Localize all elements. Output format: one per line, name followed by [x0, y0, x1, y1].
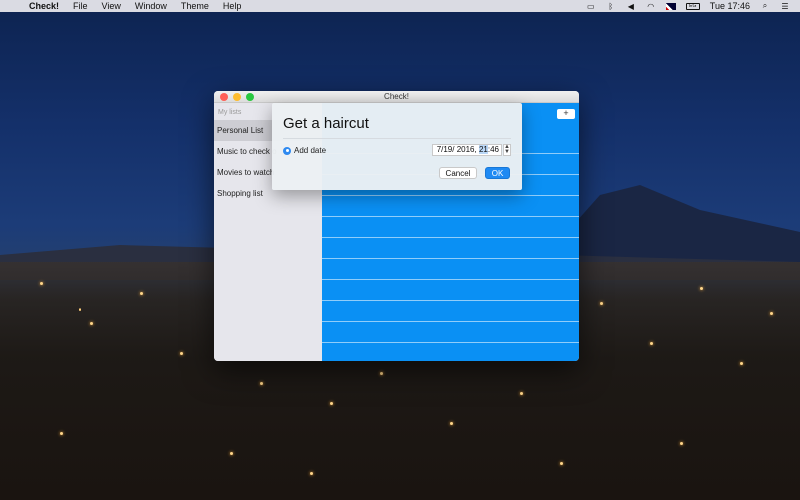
- spotlight-search-icon[interactable]: ⌕: [760, 1, 770, 10]
- volume-icon[interactable]: ◀: [626, 2, 636, 11]
- list-row-divider: [322, 216, 579, 217]
- menu-view[interactable]: View: [95, 0, 128, 12]
- list-row-divider: [322, 342, 579, 343]
- list-row-divider: [322, 237, 579, 238]
- add-date-option[interactable]: Add date: [283, 146, 326, 155]
- window-title: Check!: [384, 92, 409, 101]
- menu-file[interactable]: File: [66, 0, 95, 12]
- menu-theme[interactable]: Theme: [174, 0, 216, 12]
- date-picker-field[interactable]: 7/19/ 2016, 21:46: [432, 144, 502, 156]
- input-source-flag-icon[interactable]: [665, 2, 676, 10]
- divider: [283, 138, 511, 139]
- chevron-down-icon[interactable]: ▼: [504, 149, 510, 155]
- ok-button[interactable]: OK: [485, 167, 510, 179]
- list-row-divider: [322, 279, 579, 280]
- titlebar: Check!: [214, 91, 579, 103]
- item-title[interactable]: Get a haircut: [283, 115, 369, 132]
- maximize-window-button[interactable]: [246, 93, 254, 101]
- notification-center-icon[interactable]: ☰: [780, 2, 790, 11]
- close-window-button[interactable]: [220, 93, 228, 101]
- window-controls: [220, 93, 254, 101]
- list-row-divider: [322, 258, 579, 259]
- menu-help[interactable]: Help: [216, 0, 249, 12]
- clock[interactable]: Tue 17:46: [710, 1, 750, 11]
- menu-app[interactable]: Check!: [22, 0, 66, 12]
- date-stepper[interactable]: ▲ ▼: [503, 144, 511, 156]
- list-row-divider: [322, 195, 579, 196]
- minimize-window-button[interactable]: [233, 93, 241, 101]
- date-minute-segment[interactable]: 46: [490, 145, 499, 154]
- bluetooth-icon[interactable]: ᛒ: [606, 2, 616, 11]
- cancel-button[interactable]: Cancel: [439, 167, 477, 179]
- date-value: 7/19/ 2016,: [436, 145, 479, 154]
- date-hour-segment[interactable]: 21: [478, 145, 488, 154]
- list-row-divider: [322, 321, 579, 322]
- add-date-radio[interactable]: [283, 146, 291, 155]
- menu-window[interactable]: Window: [128, 0, 174, 12]
- new-item-sheet: Get a haircut Add date 7/19/ 2016, 21:46…: [272, 103, 522, 190]
- wifi-icon[interactable]: ◠: [646, 2, 656, 11]
- add-date-label: Add date: [294, 146, 327, 155]
- add-item-button[interactable]: +: [557, 109, 575, 119]
- battery-icon[interactable]: EG: [685, 2, 700, 10]
- list-row-divider: [322, 300, 579, 301]
- menubar: Check! File View Window Theme Help ▭ ᛒ ◀…: [0, 0, 800, 12]
- airplay-icon[interactable]: ▭: [586, 2, 596, 11]
- status-area: ▭ ᛒ ◀ ◠ EG Tue 17:46 ⌕ ☰: [586, 1, 800, 11]
